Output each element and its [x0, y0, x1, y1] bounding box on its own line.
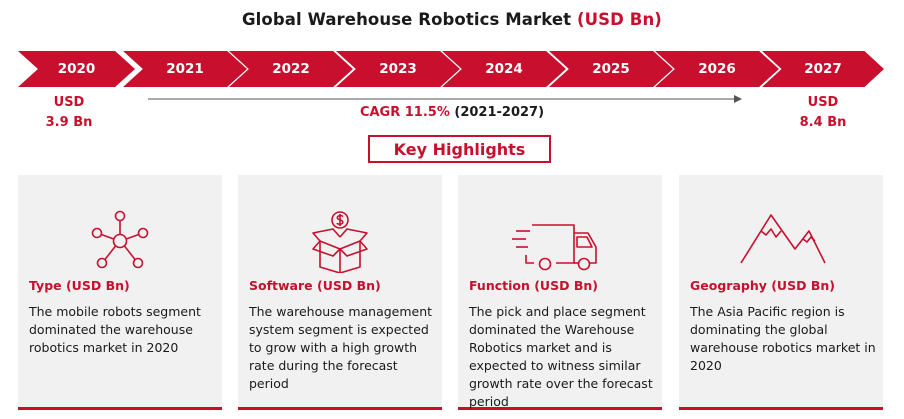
cagr-period: (2021-2027): [454, 105, 545, 120]
mountains-icon: [740, 214, 826, 264]
timeline-year-2022: 2022: [229, 51, 353, 87]
cagr-label: CAGR 11.5% (2021-2027): [0, 105, 904, 120]
timeline-year-2021: 2021: [123, 51, 247, 87]
card-title: Type (USD Bn): [29, 278, 130, 293]
timeline-year-2023: 2023: [336, 51, 460, 87]
key-highlights-heading: Key Highlights: [368, 135, 551, 163]
network-nodes-icon: [91, 210, 149, 269]
timeline-year-2024: 2024: [442, 51, 566, 87]
timeline-year-2026: 2026: [655, 51, 779, 87]
card-body: The warehouse management system segment …: [249, 304, 433, 391]
card-title: Geography (USD Bn): [690, 278, 835, 293]
card-title: Software (USD Bn): [249, 278, 381, 293]
title-main: Global Warehouse Robotics Market: [242, 10, 572, 29]
card-body: The mobile robots segment dominated the …: [29, 304, 201, 355]
highlight-card-geography: Geography (USD Bn) The Asia Pacific regi…: [679, 175, 883, 410]
box-dollar-icon: [312, 211, 368, 273]
highlight-card-type: Type (USD Bn) The mobile robots segment …: [18, 175, 222, 410]
timeline-year-2025: 2025: [549, 51, 673, 87]
page-title: Global Warehouse Robotics Market (USD Bn…: [0, 10, 904, 29]
card-title: Function (USD Bn): [469, 278, 598, 293]
timeline-year-2027: 2027: [762, 51, 884, 87]
title-unit: (USD Bn): [577, 10, 662, 29]
cagr-value: CAGR 11.5%: [359, 105, 450, 120]
card-body: The pick and place segment dominated the…: [469, 304, 653, 409]
highlight-card-software: Software (USD Bn) The warehouse manageme…: [238, 175, 442, 410]
timeline-year-2020: 2020: [18, 51, 135, 87]
card-body: The Asia Pacific region is dominating th…: [690, 304, 876, 373]
year-timeline: 2020 2021 2022 2023 2024 2025 2026 2027: [0, 51, 904, 87]
highlight-card-function: Function (USD Bn) The pick and place seg…: [458, 175, 662, 410]
delivery-truck-icon: [512, 224, 597, 271]
